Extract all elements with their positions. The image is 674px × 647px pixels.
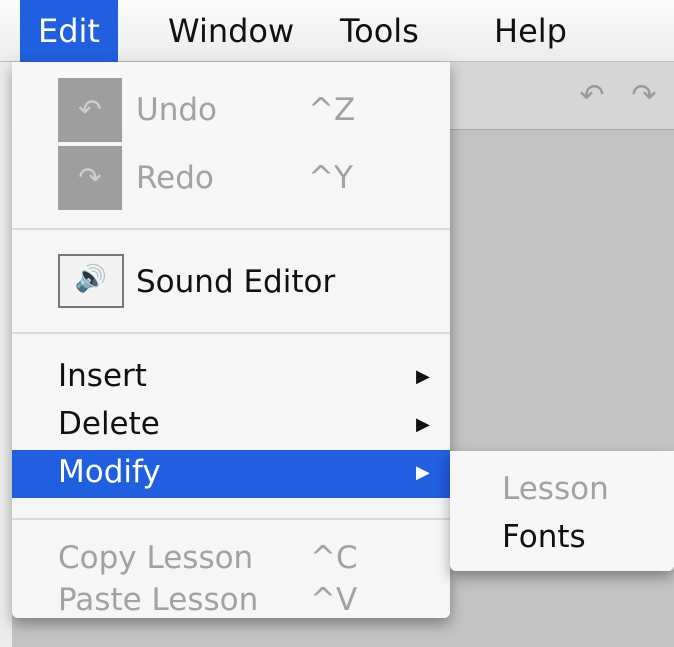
submenu-arrow-icon: ▶ <box>416 462 430 483</box>
redo-shortcut: ^Y <box>308 160 353 196</box>
redo-label: Redo <box>136 160 214 196</box>
undo-label: Undo <box>136 92 217 128</box>
menu-item-insert[interactable]: Insert ▶ <box>12 358 450 398</box>
copy-lesson-shortcut: ^C <box>310 540 358 576</box>
undo-icon: ↶ <box>58 78 122 142</box>
menu-separator <box>12 228 450 230</box>
redo-icon[interactable]: ↷ <box>622 74 666 118</box>
menu-tools[interactable]: Tools <box>322 0 437 62</box>
menu-item-redo[interactable]: ↷ Redo ^Y <box>12 146 450 212</box>
menu-item-copy-lesson[interactable]: Copy Lesson ^C <box>12 540 450 580</box>
delete-label: Delete <box>58 406 160 442</box>
redo-icon: ↷ <box>58 146 122 210</box>
window-edge <box>0 62 12 647</box>
undo-shortcut: ^Z <box>308 92 356 128</box>
menu-separator <box>12 332 450 334</box>
paste-lesson-shortcut: ^V <box>310 582 358 618</box>
speaker-icon: 🔊 <box>58 254 124 308</box>
menu-help[interactable]: Help <box>476 0 585 62</box>
modify-label: Modify <box>58 454 161 490</box>
modify-submenu: Lesson Fonts <box>450 451 674 571</box>
paste-lesson-label: Paste Lesson <box>58 582 259 618</box>
edit-menu: ↶ Undo ^Z ↷ Redo ^Y 🔊 Sound Editor Inser… <box>12 62 450 618</box>
menu-separator <box>12 518 450 520</box>
undo-icon[interactable]: ↶ <box>570 74 614 118</box>
sound-editor-label: Sound Editor <box>136 264 336 300</box>
menu-item-modify[interactable]: Modify ▶ <box>12 450 450 498</box>
menu-item-sound-editor[interactable]: 🔊 Sound Editor <box>12 252 450 312</box>
submenu-item-fonts[interactable]: Fonts <box>502 519 586 555</box>
menu-bar: Edit Window Tools Help <box>0 0 674 62</box>
menu-item-delete[interactable]: Delete ▶ <box>12 406 450 446</box>
submenu-item-lesson[interactable]: Lesson <box>502 471 609 507</box>
menu-edit[interactable]: Edit <box>20 0 118 62</box>
submenu-arrow-icon: ▶ <box>416 414 430 435</box>
copy-lesson-label: Copy Lesson <box>58 540 254 576</box>
menu-window[interactable]: Window <box>150 0 312 62</box>
submenu-arrow-icon: ▶ <box>416 366 430 387</box>
menu-item-undo[interactable]: ↶ Undo ^Z <box>12 78 450 144</box>
insert-label: Insert <box>58 358 147 394</box>
menu-item-paste-lesson[interactable]: Paste Lesson ^V <box>12 582 450 622</box>
